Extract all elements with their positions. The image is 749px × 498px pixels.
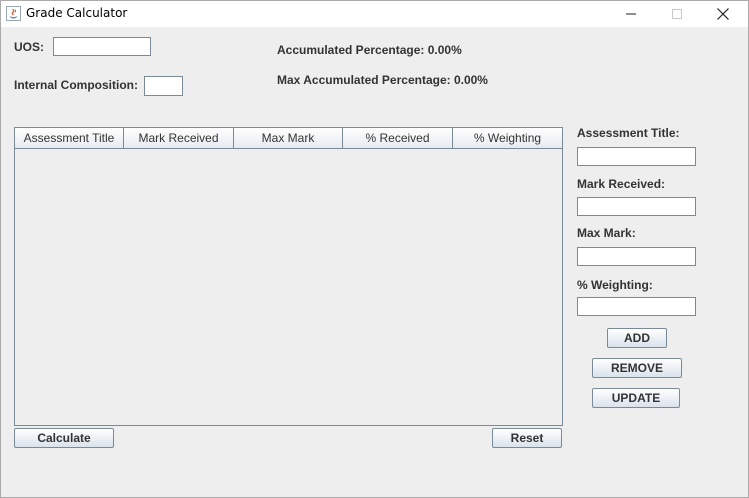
table-body[interactable] (15, 149, 562, 425)
assessment-title-input[interactable] (577, 147, 696, 166)
weighting-input[interactable] (577, 297, 696, 316)
uos-label: UOS: (14, 40, 44, 54)
assessment-title-label: Assessment Title: (577, 126, 680, 140)
internal-composition-label: Internal Composition: (14, 78, 138, 92)
add-button[interactable]: ADD (607, 328, 667, 348)
max-mark-input[interactable] (577, 247, 696, 266)
column-header-percent-weighting[interactable]: % Weighting (453, 128, 562, 148)
grade-calculator-window: Grade Calculator UOS: Internal Compositi… (0, 0, 749, 498)
minimize-button[interactable] (608, 1, 654, 27)
column-header-max-mark[interactable]: Max Mark (234, 128, 343, 148)
maximize-icon (672, 9, 682, 19)
max-mark-label: Max Mark: (577, 226, 636, 240)
close-icon (717, 8, 729, 20)
mark-received-input[interactable] (577, 197, 696, 216)
internal-composition-input[interactable] (144, 76, 183, 96)
uos-input[interactable] (53, 37, 151, 56)
column-header-mark-received[interactable]: Mark Received (124, 128, 234, 148)
minimize-icon (626, 13, 636, 15)
window-title: Grade Calculator (26, 6, 128, 20)
reset-button[interactable]: Reset (492, 428, 562, 448)
close-button[interactable] (700, 1, 746, 27)
accumulated-percentage-label: Accumulated Percentage: 0.00% (277, 43, 462, 57)
column-header-assessment-title[interactable]: Assessment Title (15, 128, 124, 148)
weighting-label: % Weighting: (577, 278, 653, 292)
maximize-button[interactable] (654, 1, 700, 27)
table-header: Assessment Title Mark Received Max Mark … (15, 128, 562, 149)
column-header-percent-received[interactable]: % Received (343, 128, 453, 148)
update-button[interactable]: UPDATE (592, 388, 680, 408)
remove-button[interactable]: REMOVE (592, 358, 682, 378)
calculate-button[interactable]: Calculate (14, 428, 114, 448)
java-icon (6, 6, 21, 21)
max-accumulated-percentage-label: Max Accumulated Percentage: 0.00% (277, 73, 488, 87)
title-bar[interactable]: Grade Calculator (1, 1, 748, 27)
assessment-table[interactable]: Assessment Title Mark Received Max Mark … (14, 127, 563, 426)
mark-received-label: Mark Received: (577, 177, 666, 191)
